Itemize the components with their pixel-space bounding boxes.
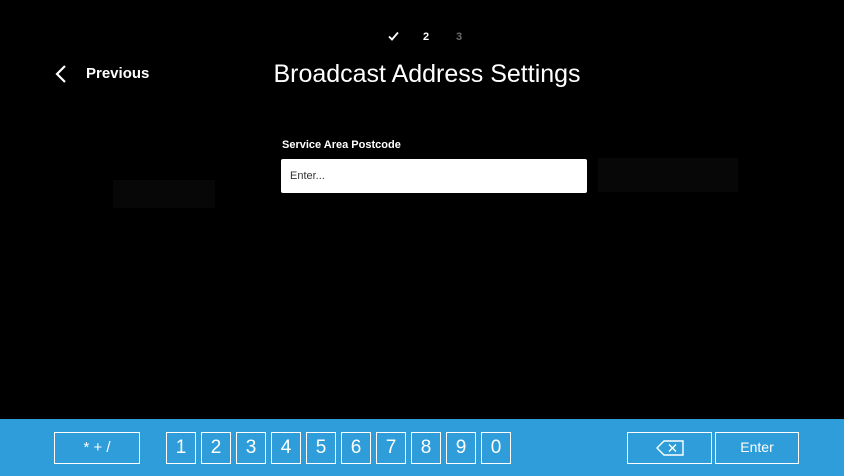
step-2-current: 2 xyxy=(423,31,430,43)
postcode-input[interactable] xyxy=(281,159,587,193)
chevron-left-icon xyxy=(55,65,66,83)
tv-settings-screen: 2 3 Previous Broadcast Address Settings … xyxy=(0,0,844,476)
enter-key[interactable]: Enter xyxy=(715,432,799,464)
key-8[interactable]: 8 xyxy=(411,432,441,464)
background-shape-left xyxy=(113,180,215,208)
page-title: Broadcast Address Settings xyxy=(273,60,581,88)
key-4[interactable]: 4 xyxy=(271,432,301,464)
backspace-key[interactable] xyxy=(627,432,712,464)
key-0[interactable]: 0 xyxy=(481,432,511,464)
key-3[interactable]: 3 xyxy=(236,432,266,464)
step-3-upcoming: 3 xyxy=(456,31,463,43)
key-6[interactable]: 6 xyxy=(341,432,371,464)
key-1[interactable]: 1 xyxy=(166,432,196,464)
previous-label: Previous xyxy=(86,65,150,82)
key-7[interactable]: 7 xyxy=(376,432,406,464)
previous-button[interactable]: Previous xyxy=(52,58,162,90)
step-1-done xyxy=(388,27,402,47)
on-screen-keyboard: * + / 1 2 3 4 5 6 7 8 9 0 Enter xyxy=(0,419,844,476)
postcode-field-label: Service Area Postcode xyxy=(282,139,401,151)
background-shape-right xyxy=(598,158,738,192)
step-indicator: 2 3 xyxy=(0,27,844,47)
checkmark-icon xyxy=(388,31,399,41)
key-2[interactable]: 2 xyxy=(201,432,231,464)
key-5[interactable]: 5 xyxy=(306,432,336,464)
key-9[interactable]: 9 xyxy=(446,432,476,464)
symbols-key[interactable]: * + / xyxy=(54,432,140,464)
backspace-icon xyxy=(656,440,684,456)
